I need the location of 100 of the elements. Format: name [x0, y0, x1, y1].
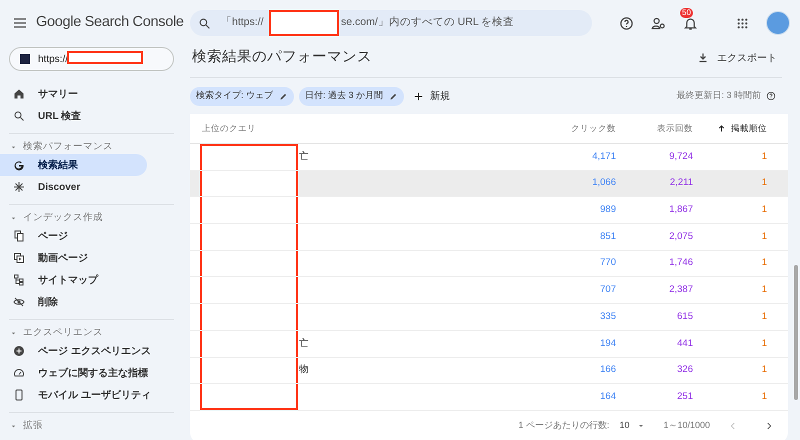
caret-down-icon — [10, 330, 17, 336]
table-row[interactable]: 物 166 326 1 — [190, 358, 788, 384]
query-cell: 亡 — [299, 150, 309, 164]
table-cell: 2,211 — [670, 177, 693, 188]
eye-slash-icon — [13, 296, 25, 308]
table-cell: 1 — [762, 204, 767, 216]
table-cell: 326 — [677, 364, 693, 376]
table-cell: 615 — [677, 310, 693, 322]
scrollbar[interactable] — [794, 265, 798, 400]
filter-chip[interactable]: 日付: 過去 3 か月間 — [299, 86, 404, 106]
table-cell: 1,746 — [669, 257, 693, 268]
table-cell: 166 — [600, 364, 616, 376]
table-row[interactable]: 1,066 2,211 1 — [190, 170, 788, 198]
sort-up-icon — [717, 124, 726, 133]
filter-chip[interactable]: 検索タイプ: ウェブ — [190, 86, 294, 106]
plus-circle-icon — [13, 345, 25, 357]
property-url: https:// — [38, 52, 68, 66]
nav-item[interactable]: 削除 — [0, 291, 147, 313]
caret-down-icon — [10, 422, 17, 430]
table-cell: 2,075 — [669, 230, 693, 242]
table-cell: 1,867 — [669, 204, 693, 216]
pencil-icon — [279, 92, 288, 100]
table-cell: 1 — [762, 230, 767, 242]
column-header[interactable]: 掲載順位 — [717, 122, 767, 135]
table-cell: 9,724 — [669, 150, 693, 162]
table-cell: 1 — [762, 364, 767, 376]
rows-per-page-dropdown[interactable]: 10 — [619, 419, 646, 433]
nav-item[interactable]: 動画ページ — [0, 247, 147, 269]
table-cell: 2,387 — [669, 284, 693, 296]
nav-item[interactable]: URL 検査 — [0, 105, 147, 127]
search-field[interactable]: 「https:// se.com/」内のすべての URL を検査 — [190, 10, 592, 36]
nav-item[interactable]: ページ — [0, 225, 147, 247]
table-cell: 335 — [600, 310, 616, 322]
phone-icon — [13, 389, 25, 401]
column-header[interactable]: 上位のクエリ — [202, 122, 256, 135]
table-row[interactable]: 335 615 1 — [190, 304, 788, 331]
section-header[interactable]: 検索パフォーマンス — [0, 140, 183, 154]
nav-item[interactable]: モバイル ユーザビリティ — [0, 384, 147, 406]
table-cell: 770 — [600, 257, 616, 268]
search-icon — [13, 110, 25, 122]
table-cell: 1,066 — [592, 177, 616, 188]
page-range: 1～10/1000 — [663, 419, 710, 432]
query-cell: 亡 — [299, 336, 309, 351]
table-cell: 164 — [600, 390, 616, 402]
apps-icon[interactable] — [736, 16, 749, 30]
last-updated: 最終更新日: 3 時間前 — [676, 89, 761, 102]
search-icon — [198, 16, 211, 30]
video-page-icon — [13, 252, 25, 264]
table-cell: 4,171 — [592, 150, 616, 162]
app-title[interactable]: Google Search Console — [36, 12, 186, 34]
rows-per-page-label: 1 ページあたりの行数: — [518, 419, 610, 432]
export-button[interactable]: エクスポート — [697, 50, 777, 66]
nav-item[interactable]: Discover — [0, 176, 147, 198]
table-row[interactable]: 亡 4,171 9,724 1 — [190, 144, 788, 171]
table-cell: 1 — [762, 257, 767, 268]
table-cell: 989 — [600, 204, 616, 216]
help-icon[interactable] — [766, 91, 776, 101]
avatar[interactable] — [766, 11, 790, 35]
pencil-icon — [389, 92, 398, 100]
section-header[interactable]: インデックス作成 — [0, 211, 183, 225]
table-row[interactable]: 989 1,867 1 — [190, 197, 788, 224]
search-placeholder: se.com/」内のすべての URL を検査 — [341, 15, 514, 30]
page-title: 検索結果のパフォーマンス — [192, 48, 372, 68]
notification-badge: 50 — [680, 8, 693, 18]
help-icon[interactable] — [619, 16, 634, 30]
bell-icon[interactable] — [683, 16, 698, 30]
new-filter-button[interactable]: 新規 — [413, 88, 450, 104]
sitemap-icon — [13, 274, 25, 286]
redaction-box — [269, 10, 339, 36]
section-header[interactable]: 拡張 — [0, 419, 183, 433]
table-row[interactable]: 851 2,075 1 — [190, 224, 788, 251]
nav-item[interactable]: サイトマップ — [0, 269, 147, 291]
section-header[interactable]: エクスペリエンス — [0, 326, 183, 340]
table-cell: 441 — [677, 338, 693, 349]
table-cell: 251 — [677, 390, 693, 402]
caret-down-icon — [10, 144, 17, 150]
column-header[interactable]: クリック数 — [571, 122, 616, 135]
table-cell: 1 — [762, 338, 767, 349]
table-cell: 1 — [762, 150, 767, 162]
table-row[interactable]: 770 1,746 1 — [190, 250, 788, 278]
table-row[interactable]: 707 2,387 1 — [190, 277, 788, 304]
table-cell: 194 — [600, 338, 616, 349]
nav-item[interactable]: 検索結果 — [0, 154, 147, 176]
table-cell: 1 — [762, 177, 767, 188]
caret-down-icon — [10, 214, 17, 222]
users-icon[interactable] — [651, 16, 666, 30]
table-row[interactable]: 164 251 1 — [190, 384, 788, 411]
pages-icon — [13, 230, 25, 242]
property-icon — [20, 54, 30, 64]
table-cell: 1 — [762, 310, 767, 322]
home-icon — [13, 88, 25, 100]
query-cell: 物 — [299, 363, 309, 378]
column-header[interactable]: 表示回数 — [657, 122, 693, 135]
asterisk-icon — [13, 181, 25, 193]
table-cell: 707 — [600, 284, 616, 296]
download-icon — [697, 52, 709, 64]
search-prefix: 「https:// — [221, 15, 265, 30]
nav-item[interactable]: ウェブに関する主な指標 — [0, 362, 147, 384]
table-row[interactable]: 亡 194 441 1 — [190, 330, 788, 358]
nav-item[interactable]: サマリー — [0, 83, 147, 105]
